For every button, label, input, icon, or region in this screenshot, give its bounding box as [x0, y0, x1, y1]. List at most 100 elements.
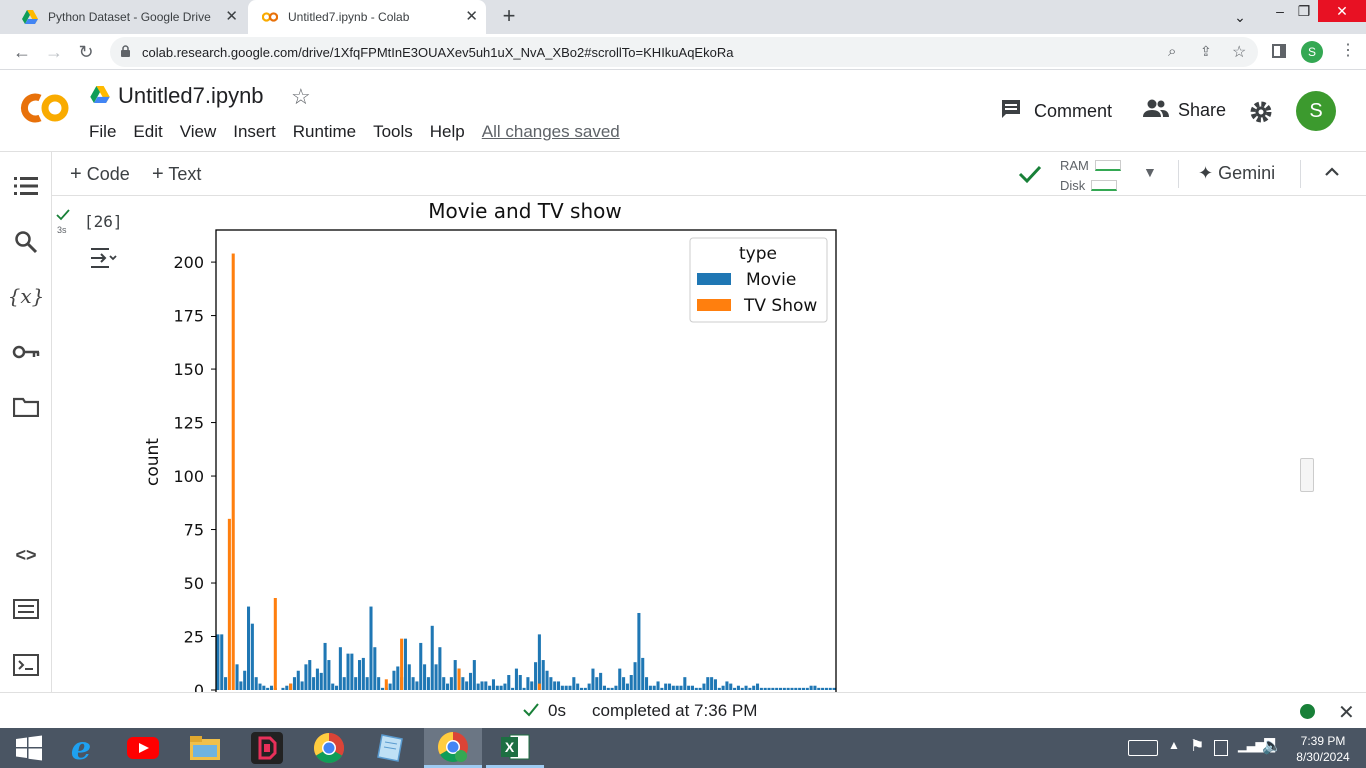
legend-label-tv-show: TV Show	[743, 296, 817, 316]
media-app-icon[interactable]	[238, 728, 296, 768]
chevron-down-icon[interactable]: ⌄	[1222, 6, 1258, 28]
file-explorer-icon[interactable]	[176, 728, 234, 768]
menu-runtime[interactable]: Runtime	[293, 122, 356, 141]
bar-movie	[446, 683, 450, 690]
folder-icon[interactable]	[12, 393, 40, 421]
key-icon[interactable]	[12, 338, 40, 366]
close-window-button[interactable]: ✕	[1318, 0, 1366, 22]
tab-untitled7[interactable]: Untitled7.ipynb - Colab ✕	[248, 0, 486, 34]
bar-movie	[419, 642, 423, 690]
chevron-up-icon[interactable]	[1324, 164, 1340, 182]
colab-logo[interactable]	[18, 92, 70, 129]
browser-toolbar: ← → ↻ colab.research.google.com/drive/1X…	[0, 34, 1366, 70]
menu-insert[interactable]: Insert	[233, 122, 276, 141]
menu-view[interactable]: View	[180, 122, 217, 141]
disk-label: Disk	[1060, 177, 1086, 193]
menu-file[interactable]: File	[89, 122, 116, 141]
avatar[interactable]: S	[1296, 91, 1336, 131]
bar-movie	[564, 685, 568, 690]
restore-button[interactable]: ❐	[1286, 0, 1322, 22]
menu-tools[interactable]: Tools	[373, 122, 413, 141]
volume-icon[interactable]: 🔈	[1262, 736, 1282, 756]
bar-movie	[606, 687, 610, 690]
share-page-icon[interactable]: ⇪	[1200, 43, 1212, 60]
bar-movie	[465, 681, 469, 690]
clock-time: 7:39 PM	[1300, 734, 1346, 748]
chrome-icon[interactable]	[300, 728, 358, 768]
bar-movie	[801, 687, 805, 690]
close-icon[interactable]: ✕	[465, 9, 478, 25]
output-toggle-icon[interactable]	[88, 246, 118, 275]
close-icon[interactable]: ✕	[225, 9, 238, 25]
notebook-title[interactable]: Untitled7.ipynb	[118, 83, 264, 109]
bar-movie	[698, 687, 702, 690]
clock[interactable]: 7:39 PM 8/30/2024	[1290, 733, 1356, 765]
bar-movie	[599, 672, 603, 690]
bar-movie	[296, 670, 300, 690]
search-icon[interactable]	[12, 228, 40, 256]
command-palette-icon[interactable]	[12, 595, 40, 623]
forward-icon[interactable]: →	[42, 40, 66, 64]
add-text-button[interactable]: + Text	[152, 163, 201, 186]
resources-indicator[interactable]: RAM Disk	[1060, 156, 1121, 194]
bar-movie	[377, 677, 381, 690]
youtube-icon[interactable]	[114, 728, 172, 768]
close-icon[interactable]: ✕	[1338, 700, 1355, 725]
bar-tv-show	[289, 683, 293, 690]
battery-icon[interactable]	[1214, 740, 1228, 756]
keyboard-icon[interactable]	[1128, 740, 1158, 756]
bar-movie	[710, 677, 714, 690]
reload-icon[interactable]: ↻	[74, 40, 98, 64]
scrollbar-thumb[interactable]	[1300, 458, 1314, 492]
bar-movie	[415, 681, 419, 690]
chrome-active-icon[interactable]	[424, 728, 482, 768]
windows-taskbar: e X ▲ ⚑ ▁▃▅▇ 🔈 7:39 PM 8/30/2024	[0, 728, 1366, 768]
disk-bar	[1091, 179, 1118, 191]
profile-avatar[interactable]: S	[1301, 41, 1323, 63]
bar-movie	[354, 677, 358, 690]
bar-tv-show	[231, 253, 235, 690]
check-icon	[522, 702, 540, 723]
check-icon	[56, 208, 70, 226]
bar-movie	[583, 687, 587, 690]
share-button[interactable]: Share	[1143, 98, 1226, 123]
excel-icon[interactable]: X	[486, 728, 544, 768]
exec-count: [26]	[84, 212, 123, 231]
url-text: colab.research.google.com/drive/1XfqFPMt…	[142, 44, 734, 60]
notepad-icon[interactable]	[362, 728, 420, 768]
variables-icon[interactable]: {x}	[8, 282, 45, 310]
bar-movie	[759, 687, 763, 690]
gemini-button[interactable]: ✦ Gemini	[1198, 163, 1275, 184]
bar-movie	[694, 687, 698, 690]
menu-edit[interactable]: Edit	[133, 122, 162, 141]
chevron-up-icon[interactable]: ▲	[1168, 738, 1180, 752]
flag-icon[interactable]: ⚑	[1190, 736, 1204, 756]
address-bar[interactable]: colab.research.google.com/drive/1XfqFPMt…	[110, 37, 1258, 67]
add-code-button[interactable]: + Code	[70, 163, 130, 186]
toc-icon[interactable]	[12, 172, 40, 200]
zoom-icon[interactable]: ⌕	[1168, 43, 1176, 60]
star-icon[interactable]: ☆	[1232, 42, 1246, 62]
menu-help[interactable]: Help	[430, 122, 465, 141]
chart-legend: type Movie TV Show	[689, 237, 828, 323]
internet-explorer-icon[interactable]: e	[52, 728, 110, 768]
back-icon[interactable]: ←	[10, 40, 34, 64]
gear-icon[interactable]	[1249, 100, 1273, 129]
svg-text:X: X	[505, 739, 515, 755]
connection-status-dot	[1300, 704, 1315, 719]
start-button[interactable]	[0, 728, 58, 768]
sidepanel-icon[interactable]	[1272, 44, 1286, 58]
bar-movie	[285, 685, 289, 690]
tab-python-dataset[interactable]: Python Dataset - Google Drive ✕	[8, 0, 246, 34]
star-icon[interactable]: ☆	[291, 84, 311, 110]
bar-movie	[262, 685, 266, 690]
bar-movie	[315, 668, 319, 690]
new-tab-button[interactable]: +	[498, 5, 520, 27]
kebab-menu-icon[interactable]: ⋮	[1340, 42, 1356, 60]
terminal-icon[interactable]	[12, 651, 40, 679]
chevron-down-icon[interactable]: ▼	[1143, 164, 1157, 180]
code-snippets-icon[interactable]: <>	[12, 541, 40, 569]
comment-button[interactable]: Comment	[1000, 98, 1112, 125]
bar-movie	[614, 685, 618, 690]
save-status[interactable]: All changes saved	[482, 122, 620, 141]
